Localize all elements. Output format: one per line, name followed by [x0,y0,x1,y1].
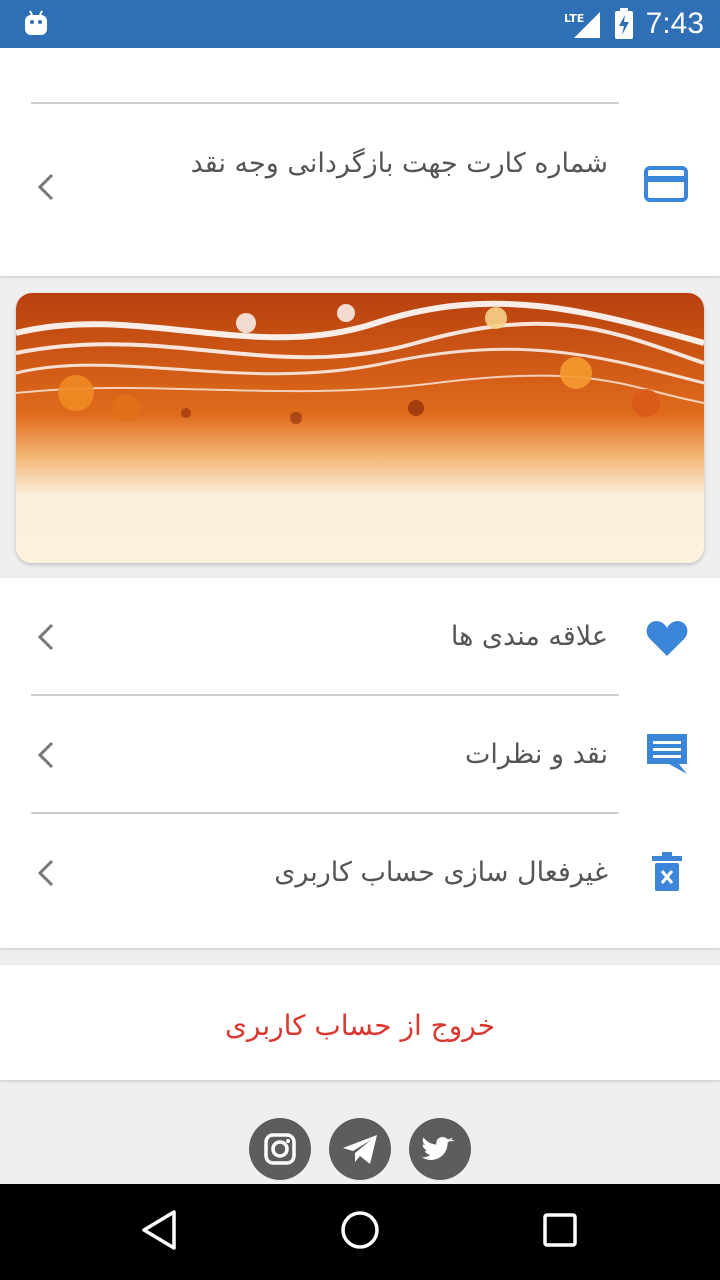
reviews-row[interactable]: نقد و نظرات [0,696,720,814]
bank-card-label: شماره کارت جهت بازگردانی وجه نقد [190,148,608,179]
bank-card-card: شماره کارت جهت بازگردانی وجه نقد [0,48,720,276]
chevron-left-icon [36,172,56,206]
favorites-row[interactable]: علاقه مندی ها [0,578,720,696]
twitter-icon[interactable] [409,1118,471,1180]
back-icon[interactable] [140,1208,180,1256]
divider [31,102,619,104]
deactivate-account-label: غیرفعال سازی حساب کاربری [274,857,608,888]
chevron-left-icon [36,740,56,774]
android-icon [24,10,48,40]
home-icon[interactable] [340,1208,380,1256]
recent-apps-icon[interactable] [540,1208,580,1256]
battery-charging-icon [614,8,634,44]
logout-button[interactable]: خروج از حساب کاربری [0,965,720,1080]
reviews-label: نقد و نظرات [464,739,608,770]
status-bar: LTE 7:43 [0,0,720,48]
delete-icon [652,852,682,896]
chevron-left-icon [36,622,56,656]
heart-icon [645,618,689,662]
chevron-left-icon [36,858,56,892]
status-time: 7:43 [645,7,704,40]
favorites-label: علاقه مندی ها [450,621,608,652]
navigation-bar [0,1184,720,1280]
credit-card-icon [644,166,688,206]
comment-icon [645,732,689,780]
menu-card: علاقه مندی ها نقد و نظرات غیرفعال سازی ح… [0,578,720,948]
lte-signal-icon: LTE [562,10,602,44]
deactivate-account-row[interactable]: غیرفعال سازی حساب کاربری [0,814,720,932]
instagram-icon[interactable] [249,1118,311,1180]
telegram-icon[interactable] [329,1118,391,1180]
svg-text:LTE: LTE [564,12,584,25]
bank-card-row[interactable]: شماره کارت جهت بازگردانی وجه نقد [0,106,720,224]
autumn-banner-image [16,293,704,563]
logout-card: خروج از حساب کاربری [0,965,720,1080]
